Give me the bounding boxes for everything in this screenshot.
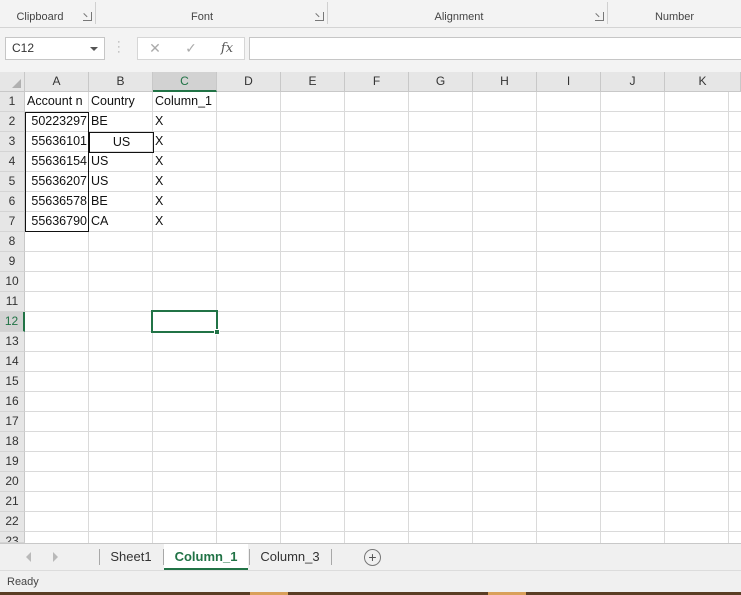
cell-b1[interactable]: Country: [89, 92, 153, 112]
fill-handle[interactable]: [214, 329, 220, 335]
insert-function-icon[interactable]: fx: [212, 38, 242, 59]
scroll-tabs-left-icon[interactable]: [26, 552, 31, 562]
column-header-k[interactable]: K: [665, 72, 741, 92]
row-header-20[interactable]: 20: [0, 472, 25, 492]
status-bar: Ready: [0, 570, 741, 592]
more-options-icon[interactable]: · · ·: [117, 37, 121, 58]
tab-separator: [331, 549, 332, 565]
formula-input[interactable]: [249, 37, 741, 60]
column-header-i[interactable]: I: [537, 72, 601, 92]
row-header-4[interactable]: 4: [0, 152, 25, 172]
cell-c2[interactable]: X: [153, 112, 217, 132]
tab-column-1[interactable]: Column_1: [164, 544, 248, 570]
ribbon-group-number: Number: [654, 11, 695, 23]
name-box[interactable]: C12: [5, 37, 105, 60]
row-header-23[interactable]: 23: [0, 532, 25, 543]
row-header-21[interactable]: 21: [0, 492, 25, 512]
row-header-3[interactable]: 3: [0, 132, 25, 152]
tab-column-3[interactable]: Column_3: [250, 544, 330, 570]
row-header-1[interactable]: 1: [0, 92, 25, 112]
row-header-17[interactable]: 17: [0, 412, 25, 432]
font-dialog-launcher-icon[interactable]: [315, 12, 324, 21]
row-header-22[interactable]: 22: [0, 512, 25, 532]
add-sheet-icon[interactable]: +: [364, 549, 381, 566]
ribbon-group-font: Font: [190, 11, 213, 23]
row-header-13[interactable]: 13: [0, 332, 25, 352]
cell-grid[interactable]: Account n Country Column_1 50223297 BE X…: [25, 92, 741, 543]
ribbon-group-alignment: Alignment: [434, 11, 484, 23]
cell-a7[interactable]: 55636790: [25, 212, 89, 232]
ribbon-group-labels: Clipboard Font Alignment Number: [0, 0, 741, 28]
row-header-19[interactable]: 19: [0, 452, 25, 472]
select-all-button[interactable]: [0, 72, 25, 92]
cell-b7[interactable]: CA: [89, 212, 153, 232]
name-box-value: C12: [12, 41, 35, 55]
cell-a4[interactable]: 55636154: [25, 152, 89, 172]
sheet-tab-bar: Sheet1 Column_1 Column_3 +: [0, 543, 741, 570]
row-header-8[interactable]: 8: [0, 232, 25, 252]
cell-c5[interactable]: X: [153, 172, 217, 192]
row-header-10[interactable]: 10: [0, 272, 25, 292]
ribbon-group-clipboard: Clipboard: [16, 11, 64, 23]
cell-c3[interactable]: X: [153, 132, 217, 152]
row-header-7[interactable]: 7: [0, 212, 25, 232]
column-header-d[interactable]: D: [217, 72, 281, 92]
cell-a6[interactable]: 55636578: [25, 192, 89, 212]
column-header-j[interactable]: J: [601, 72, 665, 92]
cell-b3[interactable]: US: [89, 132, 154, 153]
cell-a1[interactable]: Account n: [25, 92, 89, 112]
column-header-f[interactable]: F: [345, 72, 409, 92]
column-header-c[interactable]: C: [153, 72, 217, 92]
cell-c7[interactable]: X: [153, 212, 217, 232]
row-header-12[interactable]: 12: [0, 312, 25, 332]
column-header-b[interactable]: B: [89, 72, 153, 92]
cell-a2[interactable]: 50223297: [25, 112, 89, 132]
row-header-16[interactable]: 16: [0, 392, 25, 412]
row-header-6[interactable]: 6: [0, 192, 25, 212]
formula-buttons: ✕ ✓ fx: [137, 37, 245, 60]
row-header-14[interactable]: 14: [0, 352, 25, 372]
column-header-e[interactable]: E: [281, 72, 345, 92]
row-header-2[interactable]: 2: [0, 112, 25, 132]
cell-b5[interactable]: US: [89, 172, 153, 192]
formula-bar: C12 · · · ✕ ✓ fx: [0, 28, 741, 72]
chevron-down-icon[interactable]: [90, 47, 98, 51]
cell-c1[interactable]: Column_1: [153, 92, 223, 112]
cell-a5[interactable]: 55636207: [25, 172, 89, 192]
row-header-11[interactable]: 11: [0, 292, 25, 312]
clipboard-dialog-launcher-icon[interactable]: [83, 12, 92, 21]
row-header-9[interactable]: 9: [0, 252, 25, 272]
column-header-g[interactable]: G: [409, 72, 473, 92]
cell-a3[interactable]: 55636101: [25, 132, 89, 152]
active-cell-c12[interactable]: [151, 310, 220, 335]
enter-icon[interactable]: ✓: [176, 38, 206, 59]
cell-b6[interactable]: BE: [89, 192, 153, 212]
cell-b4[interactable]: US: [89, 152, 153, 172]
column-header-a[interactable]: A: [25, 72, 89, 92]
row-header-18[interactable]: 18: [0, 432, 25, 452]
row-header-5[interactable]: 5: [0, 172, 25, 192]
status-text: Ready: [7, 576, 39, 588]
cell-c6[interactable]: X: [153, 192, 217, 212]
alignment-dialog-launcher-icon[interactable]: [595, 12, 604, 21]
tab-sheet1[interactable]: Sheet1: [100, 544, 162, 570]
cell-b2[interactable]: BE: [89, 112, 153, 132]
cell-c4[interactable]: X: [153, 152, 217, 172]
scroll-tabs-right-icon[interactable]: [53, 552, 58, 562]
row-header-15[interactable]: 15: [0, 372, 25, 392]
column-header-h[interactable]: H: [473, 72, 537, 92]
cancel-icon[interactable]: ✕: [140, 38, 170, 59]
